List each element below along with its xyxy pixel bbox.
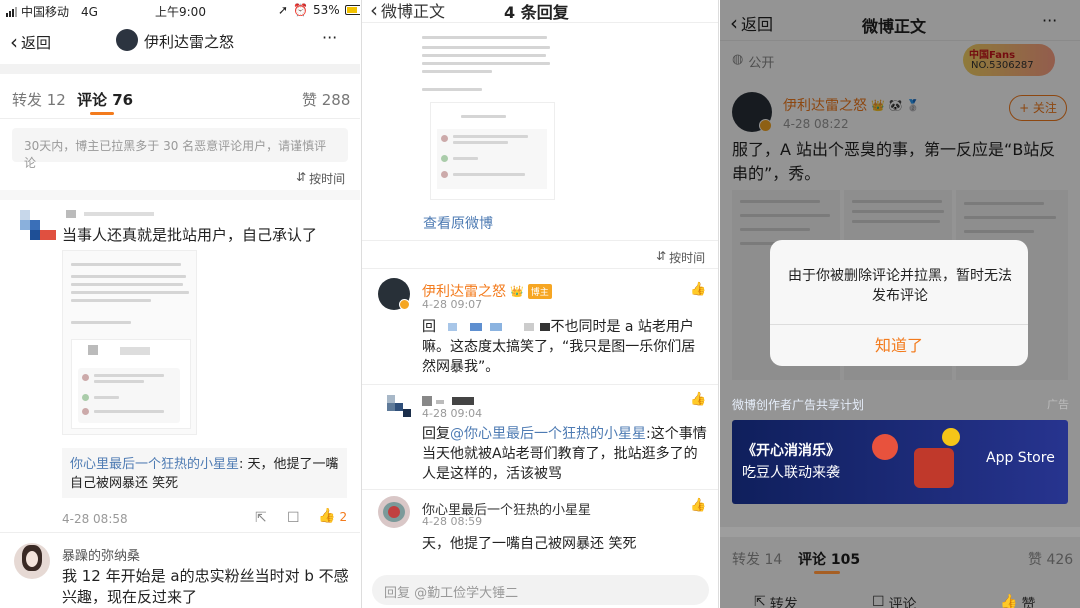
comment-text: 当事人还真就是批站用户，自己承认了 [62,226,318,244]
status-time: 上午9:00 [155,5,206,19]
divider [362,22,718,23]
sort-icon: ⇵ [296,170,307,184]
avatar[interactable] [14,543,50,579]
alert-ok-button[interactable]: 知道了 [770,326,1028,366]
back-button[interactable]: ‹ 微博正文 [370,0,445,22]
reply-input[interactable]: 回复 @勤工俭学大锤二 [372,575,709,605]
signal-icon [6,6,17,17]
like-button[interactable]: 👍 2 [318,508,347,524]
chevron-left-icon: ‹ [10,30,18,54]
comment-text: 我 12 年开始是 a的忠实粉丝当时对 b 不感兴趣，现在反过来了 [62,567,349,606]
tab-like[interactable]: 赞 426 [1028,549,1073,569]
author-badge: 博主 [527,283,552,299]
view-original-link[interactable]: 查看原微博 [423,213,493,233]
tab-repost[interactable]: 转发 12 [12,89,66,110]
status-bar: 中国移动 4G [6,3,98,20]
sort-button[interactable]: ⇵ 按时间 [296,170,345,187]
divider [362,268,718,269]
divider [362,489,718,490]
app-store-badge: App Store [986,450,1055,466]
quoted-reply[interactable]: 你心里最后一个狂热的小星星: 天，他提了一嘴自己被网暴还 笑死 [62,448,347,498]
reply-text: 回复@你心里最后一个狂热的小星星:这个事情当天他就被A站老哥们教育了，批站逛多了… [422,426,707,482]
original-post-image[interactable] [422,28,562,208]
panel-post-detail: ‹ 返回 微博正文 ··· ◍ 公开 中国Fans NO.5306287 伊利达雷之… [720,0,1080,608]
reply-time: 4-28 09:04 [422,407,483,420]
alarm-icon: ⏰ [293,3,309,17]
tab-indicator [814,571,840,574]
ad-tag: 广告 [1047,398,1069,411]
mention-link[interactable]: @你心里最后一个狂热的小星星 [450,426,646,442]
comment-time: 4-28 08:58 [62,512,128,526]
thumbs-up-icon: 👍 [1000,594,1018,608]
thumbs-up-icon: 👍 [318,508,336,524]
tab-comment[interactable]: 评论 105 [798,549,860,569]
crown-icon: 👑 [510,284,524,298]
reply-text: 回 不也同时是 a 站老用户嘛。这态度太搞笑了，“我只是图一乐你们居然网暴我”。 [422,319,696,375]
comment-screenshot-image[interactable] [62,250,197,435]
tab-repost[interactable]: 转发 14 [732,549,782,569]
reply-icon[interactable]: ☐ [287,510,300,526]
battery-percent: 53% [313,3,340,17]
carrier: 中国移动 [21,5,70,19]
quoted-user[interactable]: 你心里最后一个狂热的小星星 [70,457,239,472]
thumbs-up-icon[interactable]: 👍 [690,282,706,297]
battery-icon [344,5,360,15]
alert-dialog: 由于你被删除评论并拉黑，暂时无法发布评论 知道了 [770,240,1028,366]
back-button[interactable]: ‹ 返回 [10,30,51,54]
sort-button[interactable]: ⇵ 按时间 [656,249,705,266]
avatar-pixelated[interactable] [387,395,411,417]
chevron-left-icon: ‹ [370,0,378,22]
comment-action[interactable]: ☐ 评论 [872,594,917,608]
mention-pixelated [440,322,551,332]
page-title: 4 条回复 [504,3,569,22]
ad-subtitle: 吃豆人联动来袭 [742,465,840,481]
ad-title: 《开心消消乐》 [742,443,840,459]
avatar[interactable] [378,496,410,528]
reply-time: 4-28 08:59 [422,515,483,528]
repost-action[interactable]: ⇱ 转发 [754,594,798,608]
pacman-icon [942,428,960,446]
divider [720,527,1080,537]
panel-replies: ‹ 微博正文 4 条回复 查看原微博 ⇵ 按时间 伊利达雷之怒 👑 博主 4-2… [361,0,719,608]
ghost-icon [872,434,898,460]
thumbs-up-icon[interactable]: 👍 [690,392,706,407]
tab-comment[interactable]: 评论 76 [77,89,133,110]
divider [0,532,360,533]
divider [362,240,718,241]
avatar[interactable] [378,278,410,310]
ad-label: 微博创作者广告共享计划 [732,398,865,412]
divider [0,190,360,200]
divider [0,118,360,119]
network-type: 4G [81,4,98,19]
comment-username[interactable]: 暴躁的弥纳桑 [62,545,140,564]
page-title: 伊利达雷之怒 [144,33,235,51]
divider [362,384,718,385]
blacklist-notice: 30天内，博主已拉黑多于 30 名恶意评论用户，请谨慎评论 [12,128,348,170]
sort-icon: ⇵ [656,249,667,263]
share-icon[interactable]: ⇱ [255,510,267,526]
avatar[interactable] [116,29,138,51]
location-icon: ➚ [278,3,289,17]
tab-like[interactable]: 赞 288 [302,89,350,110]
username-pixelated [422,396,497,406]
username-pixelated [66,210,156,218]
share-icon: ⇱ [754,594,766,608]
thumbs-up-icon[interactable]: 👍 [690,498,706,513]
tab-indicator [90,112,114,115]
like-action[interactable]: 👍 赞 [1000,594,1035,608]
divider [770,324,1028,325]
ad-banner[interactable]: 《开心消消乐》 吃豆人联动来袭 App Store [732,420,1068,504]
panel-comments: 中国移动 4G 上午9:00 ➚ ⏰ 53% ‹ 返回 伊利达雷之怒 ··· 转… [0,0,360,608]
reply-text: 天，他提了一嘴自己被网暴还 笑死 [422,536,637,552]
alert-message: 由于你被删除评论并拉黑，暂时无法发布评论 [788,268,1012,304]
divider [0,64,360,74]
game-character-image [914,448,954,488]
reply-time: 4-28 09:07 [422,298,483,311]
avatar-pixelated[interactable] [20,210,58,240]
comment-icon: ☐ [872,594,885,608]
status-right: ➚ ⏰ 53% [278,3,360,17]
more-icon[interactable]: ··· [322,28,337,47]
